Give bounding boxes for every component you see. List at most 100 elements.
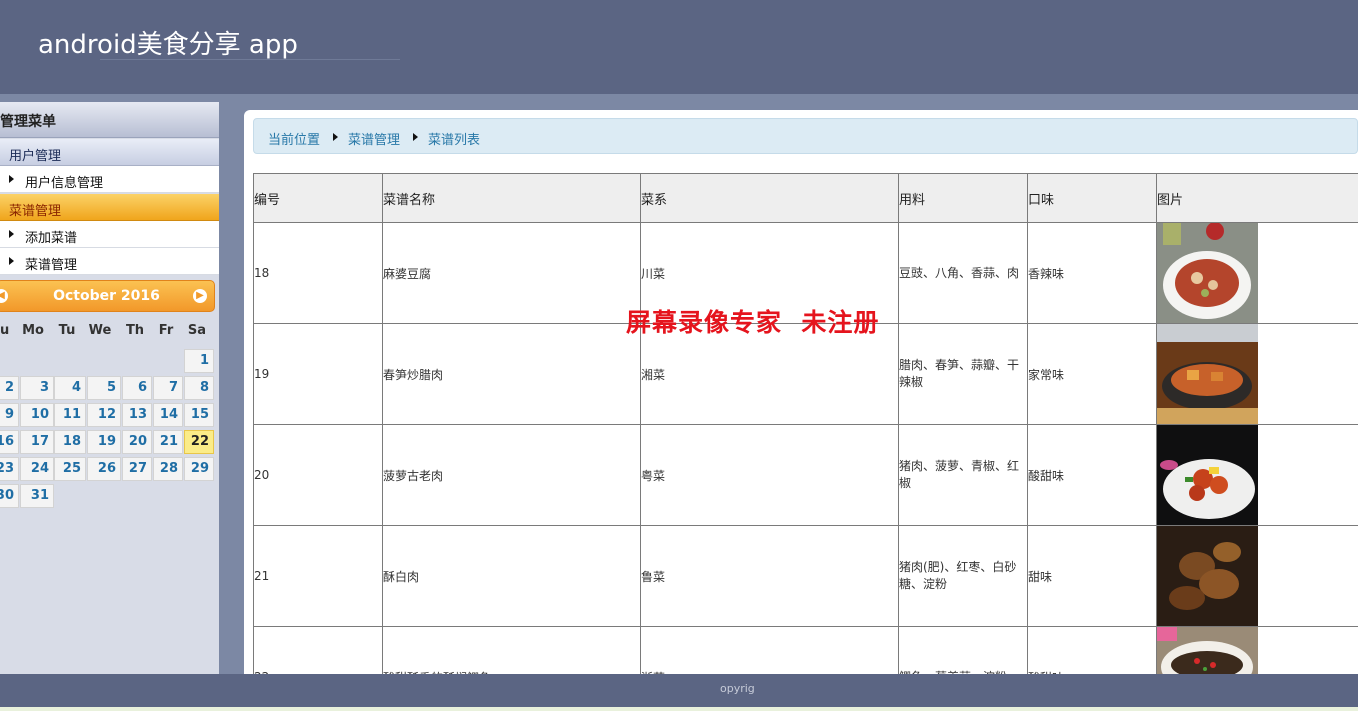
calendar-day[interactable]: 15 [184, 403, 214, 427]
sidebar: 管理菜单 用户管理 用户信息管理 菜谱管理 添加菜谱 菜谱管理 ◀ Octobe… [0, 102, 219, 674]
calendar-day[interactable]: 12 [87, 403, 121, 427]
sidebar-group-user[interactable]: 用户管理 [0, 139, 219, 166]
table-row: 20 菠萝古老肉 粤菜 猪肉、菠萝、青椒、红椒 酸甜味 [253, 424, 1358, 526]
chevron-right-icon[interactable]: ▶ [193, 289, 207, 303]
bottom-strip [0, 707, 1358, 711]
calendar-weekday: Tu [58, 323, 76, 338]
cell-ingredients: 腊肉、春笋、蒜瓣、干辣椒 [898, 323, 1028, 425]
content-panel: 当前位置 菜谱管理 菜谱列表 编号 菜谱名称 菜系 用料 口味 图片 18 麻婆豆… [244, 110, 1358, 696]
calendar-weekday: Sa [187, 323, 207, 338]
cell-cuisine: 粤菜 [640, 424, 899, 526]
cell-image [1156, 525, 1358, 627]
app-header: android美食分享 app [0, 0, 1358, 94]
caret-right-icon [413, 133, 418, 141]
app-title: android美食分享 app [38, 30, 298, 60]
sidebar-group-label: 菜谱管理 [9, 204, 62, 219]
sidebar-item-label: 添加菜谱 [25, 231, 78, 246]
calendar-day[interactable]: 19 [87, 430, 121, 454]
sidebar-group-label: 用户管理 [9, 149, 62, 164]
breadcrumb: 当前位置 菜谱管理 菜谱列表 [253, 118, 1358, 154]
caret-right-icon [9, 257, 14, 265]
calendar-day[interactable]: 25 [54, 457, 86, 481]
calendar-day[interactable]: 30 [0, 484, 19, 508]
caret-right-icon [333, 133, 338, 141]
breadcrumb-current-location[interactable]: 当前位置 [268, 129, 320, 148]
table-row: 21 酥白肉 鲁菜 猪肉(肥)、红枣、白砂糖、淀粉 甜味 [253, 525, 1358, 627]
calendar-day[interactable]: 16 [0, 430, 19, 454]
calendar-day[interactable]: 26 [87, 457, 121, 481]
column-header-ingredients: 用料 [898, 173, 1028, 223]
title-underline [100, 59, 400, 60]
calendar-day[interactable]: 7 [153, 376, 183, 400]
caret-right-icon [9, 230, 14, 238]
calendar-day[interactable]: 29 [184, 457, 214, 481]
column-header-image: 图片 [1156, 173, 1358, 223]
sidebar-item-label: 菜谱管理 [25, 258, 78, 273]
calendar-day[interactable]: 1 [184, 349, 214, 373]
recipe-thumbnail[interactable] [1157, 223, 1358, 323]
calendar-day[interactable]: 13 [122, 403, 152, 427]
calendar-day[interactable]: 17 [20, 430, 54, 454]
recipe-table: 编号 菜谱名称 菜系 用料 口味 图片 18 麻婆豆腐 川菜 豆豉、八角、香蒜、肉 香辣… [253, 173, 1358, 696]
cell-id: 18 [253, 222, 383, 324]
watermark-text: 屏幕录像专家 未注册 [626, 308, 880, 337]
caret-right-icon [9, 175, 14, 183]
calendar-day[interactable]: 5 [87, 376, 121, 400]
recipe-thumbnail[interactable] [1157, 526, 1358, 626]
calendar-day[interactable]: 18 [54, 430, 86, 454]
sidebar-title-bar: 管理菜单 [0, 102, 219, 138]
cell-taste: 酸甜味 [1027, 424, 1157, 526]
cell-image [1156, 424, 1358, 526]
calendar-day[interactable]: 8 [184, 376, 214, 400]
sidebar-item-user-info[interactable]: 用户信息管理 [0, 166, 219, 193]
footer-text: opyrig [720, 682, 755, 695]
column-header-taste: 口味 [1027, 173, 1157, 223]
calendar-day[interactable]: 20 [122, 430, 152, 454]
table-header-row: 编号 菜谱名称 菜系 用料 口味 图片 [253, 173, 1358, 223]
cell-name: 麻婆豆腐 [382, 222, 641, 324]
sidebar-item-add-recipe[interactable]: 添加菜谱 [0, 221, 219, 248]
calendar-day[interactable]: 27 [122, 457, 152, 481]
calendar-weekday: We [88, 323, 112, 338]
calendar-day[interactable]: 11 [54, 403, 86, 427]
calendar-weekday: Th [125, 323, 145, 338]
calendar-month-title: October 2016 [53, 288, 160, 304]
calendar-weekday: Mo [22, 323, 44, 338]
calendar-day[interactable]: 24 [20, 457, 54, 481]
sidebar-item-recipe-manage[interactable]: 菜谱管理 [0, 248, 219, 275]
calendar-day[interactable]: 6 [122, 376, 152, 400]
recipe-thumbnail[interactable] [1157, 425, 1358, 525]
sidebar-title: 管理菜单 [0, 114, 56, 130]
calendar-day[interactable]: 28 [153, 457, 183, 481]
calendar-day[interactable]: 14 [153, 403, 183, 427]
cell-name: 菠萝古老肉 [382, 424, 641, 526]
recipe-thumbnail[interactable] [1157, 324, 1358, 424]
calendar-day[interactable]: 23 [0, 457, 19, 481]
breadcrumb-recipe-list[interactable]: 菜谱列表 [428, 129, 480, 148]
cell-ingredients: 豆豉、八角、香蒜、肉 [898, 222, 1028, 324]
cell-image [1156, 323, 1358, 425]
calendar-day[interactable]: 10 [20, 403, 54, 427]
calendar-day[interactable]: 3 [20, 376, 54, 400]
column-header-name: 菜谱名称 [382, 173, 641, 223]
calendar-day[interactable]: 4 [54, 376, 86, 400]
calendar-day[interactable]: 21 [153, 430, 183, 454]
calendar-day[interactable]: 22 [184, 430, 214, 454]
calendar-day[interactable]: 9 [0, 403, 19, 427]
cell-id: 19 [253, 323, 383, 425]
cell-taste: 香辣味 [1027, 222, 1157, 324]
calendar-day[interactable]: 2 [0, 376, 19, 400]
breadcrumb-recipe-manage[interactable]: 菜谱管理 [348, 129, 400, 148]
cell-cuisine: 鲁菜 [640, 525, 899, 627]
column-header-id: 编号 [253, 173, 383, 223]
calendar-weekday: Fr [158, 323, 174, 338]
calendar-day[interactable]: 31 [20, 484, 54, 508]
cell-ingredients: 猪肉、菠萝、青椒、红椒 [898, 424, 1028, 526]
calendar-weekday: Su [0, 323, 10, 338]
cell-name: 春笋炒腊肉 [382, 323, 641, 425]
column-header-cuisine: 菜系 [640, 173, 899, 223]
sidebar-group-recipe[interactable]: 菜谱管理 [0, 194, 219, 221]
calendar-header: ◀ October 2016 ▶ [0, 280, 215, 312]
cell-ingredients: 猪肉(肥)、红枣、白砂糖、淀粉 [898, 525, 1028, 627]
cell-taste: 家常味 [1027, 323, 1157, 425]
